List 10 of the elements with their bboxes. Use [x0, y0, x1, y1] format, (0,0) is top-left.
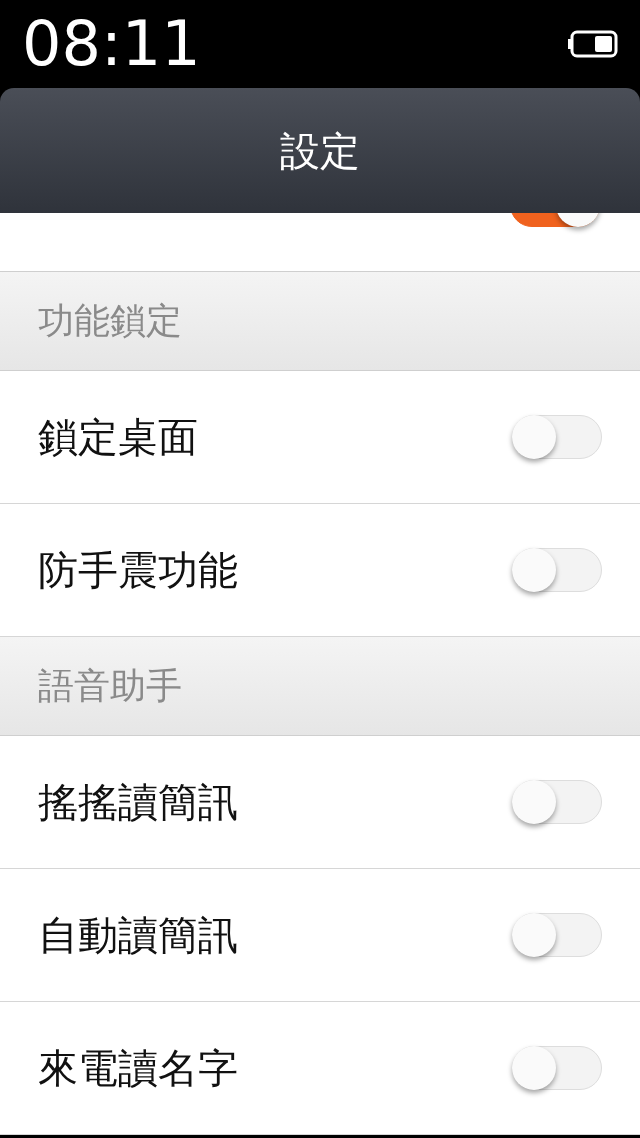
battery-icon — [568, 29, 618, 59]
setting-label: 鎖定桌面 — [38, 413, 198, 462]
setting-label: 來電讀名字 — [38, 1044, 238, 1093]
setting-label: 防手震功能 — [38, 546, 238, 595]
status-time: 08:11 — [22, 13, 201, 75]
setting-label: 搖搖讀簡訊 — [38, 778, 238, 827]
setting-label: 自動讀簡訊 — [38, 911, 238, 960]
screen-title: 設定 — [280, 126, 360, 176]
section-title: 語音助手 — [38, 664, 182, 708]
section-title: 功能鎖定 — [38, 299, 182, 343]
